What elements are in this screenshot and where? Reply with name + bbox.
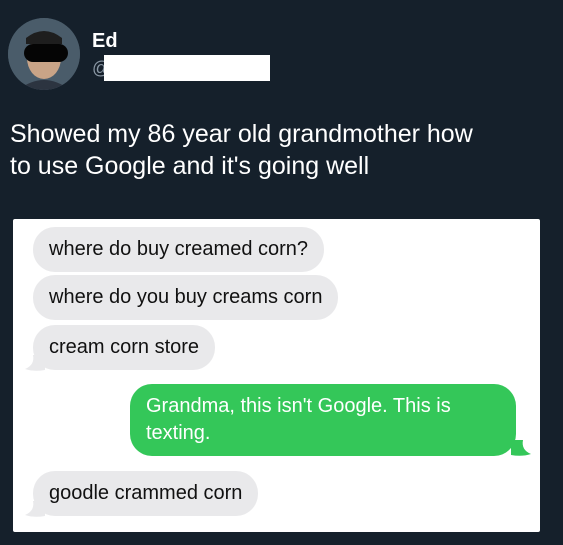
message-bubble-incoming: where do you buy creams corn [33, 275, 339, 320]
message-bubble-incoming: where do buy creamed corn? [33, 227, 325, 272]
tweet-text-line: to use Google and it's going well [10, 152, 370, 180]
tweet-text-line: Showed my 86 year old grandmother how [10, 120, 473, 148]
tweet-text: Showed my 86 year old grandmother how to… [10, 118, 550, 182]
message-text: where do you buy creams corn [49, 286, 323, 308]
redaction-bar [104, 55, 270, 81]
message-text: where do buy creamed corn? [49, 238, 309, 260]
tweet-card: Ed @ Showed my 86 year old grandmother h… [0, 0, 563, 545]
message-bubble-incoming: goodle crammed corn [33, 471, 259, 516]
bubble-tail [511, 440, 531, 456]
avatar[interactable] [8, 18, 80, 90]
message-text: goodle crammed corn [49, 482, 243, 504]
message-text: cream corn store [49, 336, 200, 358]
message-bubble-outgoing: Grandma, this isn't Google. This is text… [130, 384, 516, 456]
attached-screenshot[interactable]: where do buy creamed corn? where do you … [13, 219, 540, 532]
message-text: texting. [146, 422, 211, 444]
bubble-tail [25, 355, 45, 371]
bubble-tail [25, 501, 45, 517]
message-bubble-incoming: cream corn store [33, 325, 216, 370]
message-text: Grandma, this isn't Google. This is [146, 395, 451, 417]
author-name[interactable]: Ed [92, 30, 118, 53]
